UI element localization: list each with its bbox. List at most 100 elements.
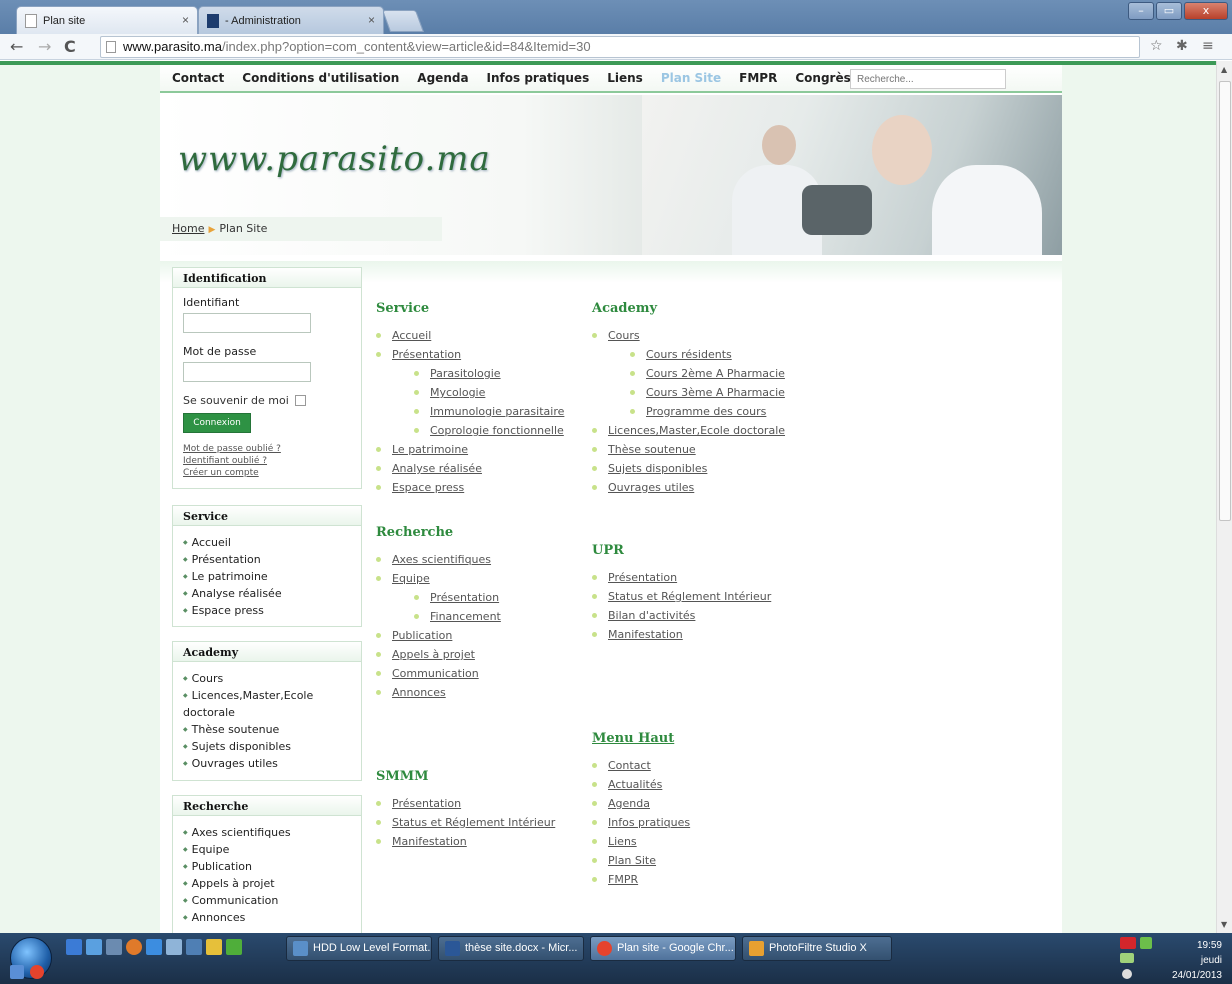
- password-field[interactable]: [183, 362, 311, 382]
- topmenu-congres[interactable]: Congrès: [795, 71, 850, 85]
- network-icon[interactable]: [86, 939, 102, 955]
- scroll-down-icon[interactable]: ▼: [1221, 920, 1227, 929]
- sitemap-link[interactable]: Status et Réglement Intérieur: [608, 590, 771, 603]
- topmenu-infos-pratiques[interactable]: Infos pratiques: [487, 71, 590, 85]
- menu-icon[interactable]: ≡: [1202, 38, 1214, 54]
- sitemap-link[interactable]: Equipe: [392, 572, 430, 585]
- sitemap-link[interactable]: Financement: [430, 610, 501, 623]
- close-tab-icon[interactable]: ×: [182, 13, 189, 27]
- sitemap-link[interactable]: Présentation: [608, 571, 677, 584]
- topmenu-fmpr[interactable]: FMPR: [739, 71, 777, 85]
- volume-icon[interactable]: [1122, 969, 1132, 979]
- sitemap-link[interactable]: Publication: [392, 629, 452, 642]
- sitemap-link[interactable]: Annonces: [392, 686, 446, 699]
- chrome-icon[interactable]: [30, 965, 44, 979]
- ati-icon[interactable]: [1120, 937, 1136, 949]
- forgot-password-link[interactable]: Mot de passe oublié ?: [183, 443, 351, 455]
- sitemap-link[interactable]: Cours: [608, 329, 640, 342]
- sitemap-link[interactable]: Cours 2ème A Pharmacie: [646, 367, 785, 380]
- scrollbar-thumb[interactable]: [1219, 81, 1231, 521]
- forgot-username-link[interactable]: Identifiant oublié ?: [183, 455, 351, 467]
- sitemap-link[interactable]: Sujets disponibles: [608, 462, 707, 475]
- forward-arrow-icon[interactable]: →: [38, 37, 51, 56]
- clock[interactable]: 19:59 jeudi 24/01/2013: [1172, 938, 1222, 983]
- sitemap-link[interactable]: Contact: [608, 759, 651, 772]
- address-bar[interactable]: www.parasito.ma/index.php?option=com_con…: [100, 36, 1140, 58]
- show-desktop-icon[interactable]: [66, 939, 82, 955]
- side-menu-item[interactable]: Ouvrages utiles: [183, 755, 351, 772]
- signal-icon[interactable]: [1120, 953, 1134, 963]
- sitemap-link[interactable]: Agenda: [608, 797, 650, 810]
- new-tab-button[interactable]: [381, 10, 425, 32]
- side-menu-item[interactable]: Equipe: [183, 841, 351, 858]
- sitemap-link[interactable]: Actualités: [608, 778, 662, 791]
- side-menu-item[interactable]: Publication: [183, 858, 351, 875]
- sitemap-link[interactable]: Immunologie parasitaire: [430, 405, 564, 418]
- topmenu-conditions[interactable]: Conditions d'utilisation: [242, 71, 399, 85]
- side-menu-item[interactable]: Axes scientifiques: [183, 824, 351, 841]
- sitemap-link[interactable]: Appels à projet: [392, 648, 475, 661]
- close-window-button[interactable]: x: [1184, 2, 1228, 20]
- close-tab-icon[interactable]: ×: [368, 13, 375, 27]
- login-button[interactable]: Connexion: [183, 413, 251, 433]
- sitemap-link[interactable]: Cours résidents: [646, 348, 732, 361]
- sitemap-link[interactable]: Axes scientifiques: [392, 553, 491, 566]
- maximize-button[interactable]: ▭: [1156, 2, 1182, 20]
- sitemap-link[interactable]: Programme des cours: [646, 405, 766, 418]
- sitemap-link[interactable]: Infos pratiques: [608, 816, 690, 829]
- sitemap-link[interactable]: Espace press: [392, 481, 464, 494]
- topmenu-liens[interactable]: Liens: [607, 71, 643, 85]
- side-menu-item[interactable]: Communication: [183, 892, 351, 909]
- side-menu-item[interactable]: Espace press: [183, 602, 351, 619]
- app-icon[interactable]: [166, 939, 182, 955]
- sitemap-link[interactable]: Coprologie fonctionnelle: [430, 424, 564, 437]
- back-arrow-icon[interactable]: ←: [10, 37, 23, 56]
- app-icon[interactable]: [226, 939, 242, 955]
- taskbar-item[interactable]: Plan site - Google Chr...: [590, 936, 736, 961]
- tab-plan-site[interactable]: Plan site ×: [16, 6, 198, 34]
- side-menu-item[interactable]: Annonces: [183, 909, 351, 926]
- scroll-up-icon[interactable]: ▲: [1221, 65, 1227, 74]
- app-icon[interactable]: [10, 965, 24, 979]
- sitemap-link[interactable]: Présentation: [392, 797, 461, 810]
- sitemap-link[interactable]: Accueil: [392, 329, 431, 342]
- explorer-icon[interactable]: [106, 939, 122, 955]
- remember-me-checkbox[interactable]: [294, 395, 306, 406]
- vertical-scrollbar[interactable]: ▲ ▼: [1216, 61, 1232, 933]
- extension-icon[interactable]: ✱: [1176, 38, 1188, 54]
- side-menu-item[interactable]: Analyse réalisée: [183, 585, 351, 602]
- app-icon[interactable]: [206, 939, 222, 955]
- sitemap-link[interactable]: Bilan d'activités: [608, 609, 695, 622]
- tray-icon[interactable]: [1140, 937, 1152, 949]
- topmenu-contact[interactable]: Contact: [172, 71, 224, 85]
- topmenu-agenda[interactable]: Agenda: [417, 71, 468, 85]
- sitemap-link[interactable]: Liens: [608, 835, 637, 848]
- side-menu-item[interactable]: Sujets disponibles: [183, 738, 351, 755]
- sitemap-link[interactable]: Plan Site: [608, 854, 656, 867]
- sitemap-link[interactable]: Thèse soutenue: [608, 443, 696, 456]
- sitemap-link[interactable]: FMPR: [608, 873, 638, 886]
- sitemap-link[interactable]: Ouvrages utiles: [608, 481, 694, 494]
- sitemap-link[interactable]: Status et Réglement Intérieur: [392, 816, 555, 829]
- breadcrumb-home-link[interactable]: Home: [172, 222, 204, 235]
- sitemap-link[interactable]: Communication: [392, 667, 479, 680]
- username-field[interactable]: [183, 313, 311, 333]
- minimize-button[interactable]: –: [1128, 2, 1154, 20]
- sitemap-link[interactable]: Manifestation: [392, 835, 467, 848]
- search-input[interactable]: [850, 69, 1006, 89]
- side-menu-item[interactable]: Accueil: [183, 534, 351, 551]
- sitemap-section-title-link[interactable]: Menu Haut: [592, 731, 832, 746]
- reload-icon[interactable]: C: [64, 37, 76, 56]
- side-menu-item[interactable]: Cours: [183, 670, 351, 687]
- side-menu-item[interactable]: Présentation: [183, 551, 351, 568]
- side-menu-item[interactable]: Le patrimoine: [183, 568, 351, 585]
- sitemap-link[interactable]: Le patrimoine: [392, 443, 468, 456]
- sitemap-link[interactable]: Manifestation: [608, 628, 683, 641]
- side-menu-item[interactable]: Appels à projet: [183, 875, 351, 892]
- star-icon[interactable]: ☆: [1150, 38, 1163, 54]
- sitemap-link[interactable]: Licences,Master,Ecole doctorale: [608, 424, 785, 437]
- sitemap-link[interactable]: Parasitologie: [430, 367, 501, 380]
- taskbar-item[interactable]: PhotoFiltre Studio X: [742, 936, 892, 961]
- internet-explorer-icon[interactable]: [146, 939, 162, 955]
- create-account-link[interactable]: Créer un compte: [183, 467, 351, 479]
